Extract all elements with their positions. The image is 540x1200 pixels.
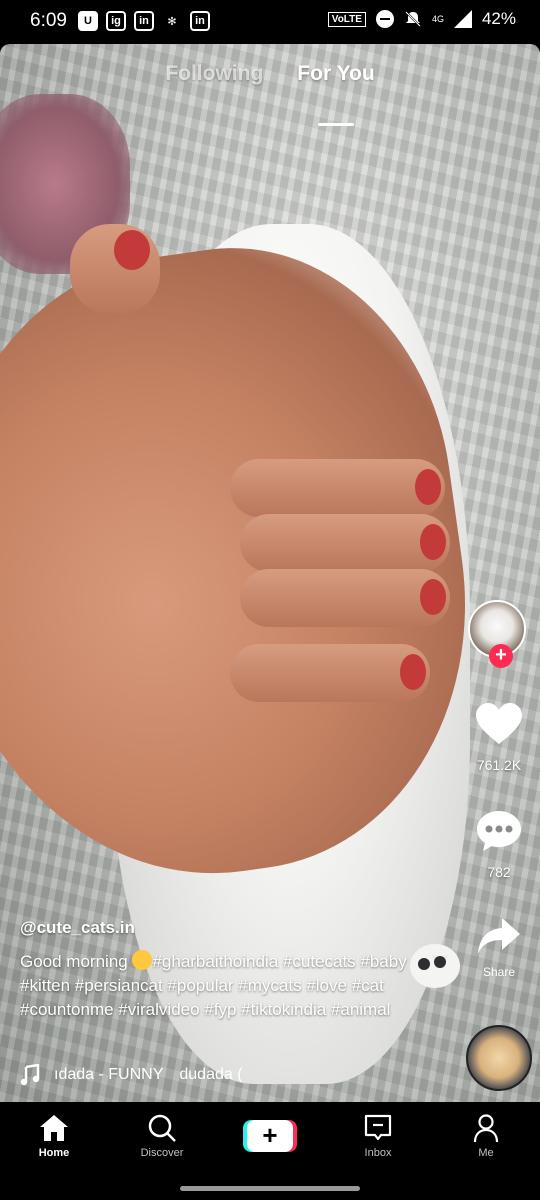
creator-avatar[interactable]: + xyxy=(468,600,526,668)
share-arrow-icon xyxy=(478,918,520,954)
nav-me-label: Me xyxy=(478,1147,494,1159)
music-track-name: ıdada - FUNNY xyxy=(54,1066,164,1083)
share-button[interactable]: Share xyxy=(468,916,530,979)
share-label: Share xyxy=(482,965,516,979)
music-row[interactable]: ıdada - FUNNY dudada ( xyxy=(20,1064,294,1086)
nav-home[interactable]: Home xyxy=(0,1102,108,1170)
nail xyxy=(415,469,441,505)
nail xyxy=(420,524,446,560)
dnd-icon xyxy=(375,10,394,28)
action-rail: + 761.2K 782 Share xyxy=(468,600,530,979)
network-icon: ✻ xyxy=(167,15,177,28)
nav-discover-label: Discover xyxy=(140,1147,184,1159)
thumb-nail xyxy=(114,230,150,270)
linkedin-icon-2: in xyxy=(190,11,210,31)
status-time: 6:09 xyxy=(30,10,67,31)
nav-create[interactable]: + xyxy=(216,1102,324,1170)
music-track-name-repeat: dudada ( xyxy=(179,1066,243,1083)
linkedin-icon: in xyxy=(134,11,154,31)
instagram-icon: ig xyxy=(106,11,126,31)
uc-browser-icon: U xyxy=(78,11,98,31)
music-note-icon xyxy=(20,1064,40,1086)
volte-badge: VoLTE xyxy=(327,11,366,27)
music-disc-avatar[interactable] xyxy=(466,1025,532,1091)
status-bar: 6:09 U ig in ✻ in VoLTE 4G 42% xyxy=(0,0,540,44)
heart-icon xyxy=(476,703,522,744)
bottom-navigation: Home Discover + Inbox Me xyxy=(0,1102,540,1170)
nav-home-label: Home xyxy=(38,1147,70,1159)
finger-4 xyxy=(230,644,430,702)
create-icon[interactable]: + xyxy=(243,1120,297,1152)
comment-count: 782 xyxy=(487,864,511,880)
comment-icon xyxy=(477,811,521,851)
status-right-group: VoLTE 4G 42% xyxy=(327,9,516,29)
battery-percentage: 42% xyxy=(481,9,516,28)
description-hashtag-first: #gharbaithoindia xyxy=(152,952,279,971)
finger-2 xyxy=(240,514,450,572)
network-type-label: 4G xyxy=(431,14,444,24)
comment-button[interactable]: 782 xyxy=(468,809,530,880)
mute-icon xyxy=(405,11,421,27)
nav-inbox-label: Inbox xyxy=(364,1147,392,1159)
thumb xyxy=(70,224,160,314)
finger-1 xyxy=(230,459,445,517)
status-notification-icons: U ig in ✻ in xyxy=(78,11,210,31)
finger-3 xyxy=(240,569,450,627)
like-button[interactable]: 761.2K xyxy=(468,702,530,773)
nav-me[interactable]: Me xyxy=(432,1102,540,1170)
like-count: 761.2K xyxy=(476,757,522,773)
home-icon xyxy=(40,1115,68,1141)
tab-following[interactable]: Following xyxy=(165,62,263,112)
inbox-icon xyxy=(364,1114,392,1141)
follow-button[interactable]: + xyxy=(489,644,513,668)
nav-inbox[interactable]: Inbox xyxy=(324,1102,432,1170)
video-caption: @cute_cats.in Good morning #gharbaithoin… xyxy=(20,918,440,1022)
nail xyxy=(400,654,426,690)
nail xyxy=(420,579,446,615)
feed-tabs: Following For You xyxy=(0,62,540,126)
signal-icon xyxy=(453,10,472,28)
home-indicator[interactable] xyxy=(180,1186,360,1191)
music-track-marquee: ıdada - FUNNY dudada ( xyxy=(54,1066,294,1084)
heart-eyes-emoji-icon xyxy=(132,950,153,970)
creator-username[interactable]: @cute_cats.in xyxy=(20,918,440,938)
tab-for-you[interactable]: For You xyxy=(297,62,375,126)
profile-icon xyxy=(473,1114,499,1143)
create-plus: + xyxy=(247,1120,293,1152)
search-icon xyxy=(148,1114,176,1142)
video-description[interactable]: Good morning #gharbaithoindia #cutecats … xyxy=(20,950,440,1022)
description-greeting: Good morning xyxy=(20,952,133,971)
nav-discover[interactable]: Discover xyxy=(108,1102,216,1170)
